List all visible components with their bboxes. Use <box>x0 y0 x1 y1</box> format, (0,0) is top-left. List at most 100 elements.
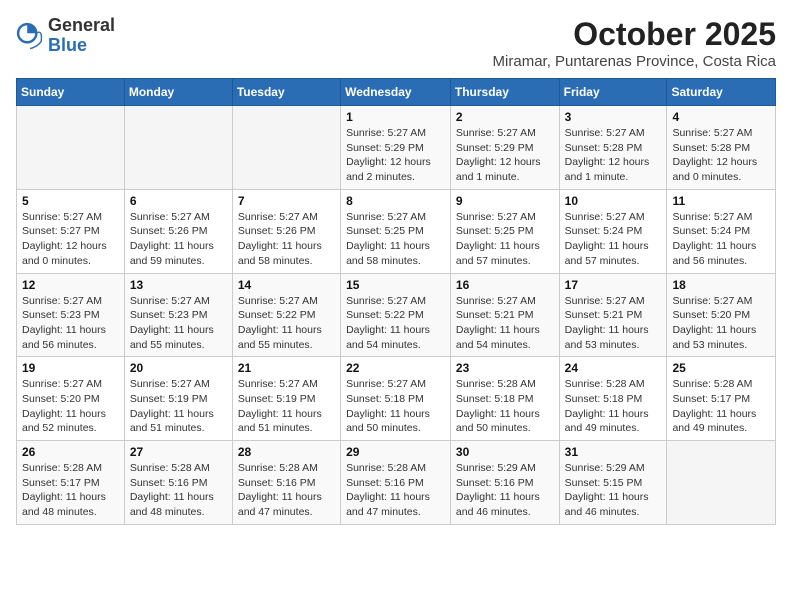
calendar-cell: 14 Sunrise: 5:27 AMSunset: 5:22 PMDayligh… <box>232 273 340 357</box>
logo-general: General <box>48 16 115 36</box>
day-info: Sunrise: 5:27 AMSunset: 5:19 PMDaylight:… <box>130 377 227 436</box>
calendar-cell: 25 Sunrise: 5:28 AMSunset: 5:17 PMDayligh… <box>667 357 776 441</box>
calendar-cell: 23 Sunrise: 5:28 AMSunset: 5:18 PMDayligh… <box>450 357 559 441</box>
day-number: 26 <box>22 445 119 459</box>
day-number: 29 <box>346 445 445 459</box>
location-title: Miramar, Puntarenas Province, Costa Rica <box>493 53 776 70</box>
logo: General Blue <box>16 16 115 56</box>
calendar-cell: 6Sunrise: 5:27 AMSunset: 5:26 PMDaylight… <box>124 189 232 273</box>
day-number: 21 <box>238 361 335 375</box>
calendar-cell: 2 Sunrise: 5:27 AMSunset: 5:29 PMDaylight… <box>450 106 559 190</box>
day-info: Sunrise: 5:27 AMSunset: 5:21 PMDaylight:… <box>565 294 662 353</box>
calendar-cell: 18Sunrise: 5:27 AMSunset: 5:20 PMDayligh… <box>667 273 776 357</box>
logo-icon <box>16 22 44 50</box>
day-number: 28 <box>238 445 335 459</box>
calendar-body: 1 Sunrise: 5:27 AMSunset: 5:29 PMDaylight… <box>17 106 776 525</box>
day-number: 2 <box>456 110 554 124</box>
month-title: October 2025 <box>493 16 776 53</box>
day-info: Sunrise: 5:27 AMSunset: 5:22 PMDaylight:… <box>346 294 445 353</box>
day-info: Sunrise: 5:27 AMSunset: 5:29 PMDaylight:… <box>346 126 445 185</box>
page-header: General Blue October 2025 Miramar, Punta… <box>16 16 776 70</box>
calendar-cell: 10 Sunrise: 5:27 AMSunset: 5:24 PMDayligh… <box>559 189 667 273</box>
calendar-week-1: 1 Sunrise: 5:27 AMSunset: 5:29 PMDaylight… <box>17 106 776 190</box>
calendar-cell: 21Sunrise: 5:27 AMSunset: 5:19 PMDayligh… <box>232 357 340 441</box>
day-info: Sunrise: 5:28 AMSunset: 5:16 PMDaylight:… <box>130 461 227 520</box>
day-info: Sunrise: 5:27 AMSunset: 5:26 PMDaylight:… <box>130 210 227 269</box>
day-info: Sunrise: 5:27 AMSunset: 5:29 PMDaylight:… <box>456 126 554 185</box>
day-info: Sunrise: 5:27 AMSunset: 5:26 PMDaylight:… <box>238 210 335 269</box>
day-info: Sunrise: 5:27 AMSunset: 5:21 PMDaylight:… <box>456 294 554 353</box>
weekday-header-thursday: Thursday <box>450 79 559 106</box>
calendar-cell: 27 Sunrise: 5:28 AMSunset: 5:16 PMDayligh… <box>124 441 232 525</box>
calendar-cell: 8 Sunrise: 5:27 AMSunset: 5:25 PMDaylight… <box>341 189 451 273</box>
calendar-cell: 7 Sunrise: 5:27 AMSunset: 5:26 PMDaylight… <box>232 189 340 273</box>
day-number: 13 <box>130 278 227 292</box>
day-number: 23 <box>456 361 554 375</box>
day-number: 1 <box>346 110 445 124</box>
calendar-cell: 24 Sunrise: 5:28 AMSunset: 5:18 PMDayligh… <box>559 357 667 441</box>
calendar-week-2: 5Sunrise: 5:27 AMSunset: 5:27 PMDaylight… <box>17 189 776 273</box>
day-number: 25 <box>672 361 770 375</box>
day-number: 16 <box>456 278 554 292</box>
day-number: 19 <box>22 361 119 375</box>
calendar-cell: 9Sunrise: 5:27 AMSunset: 5:25 PMDaylight… <box>450 189 559 273</box>
day-number: 7 <box>238 194 335 208</box>
weekday-header-friday: Friday <box>559 79 667 106</box>
day-number: 30 <box>456 445 554 459</box>
day-info: Sunrise: 5:27 AMSunset: 5:25 PMDaylight:… <box>456 210 554 269</box>
calendar-cell: 22Sunrise: 5:27 AMSunset: 5:18 PMDayligh… <box>341 357 451 441</box>
day-info: Sunrise: 5:27 AMSunset: 5:23 PMDaylight:… <box>130 294 227 353</box>
calendar-cell: 3 Sunrise: 5:27 AMSunset: 5:28 PMDaylight… <box>559 106 667 190</box>
calendar-cell: 19 Sunrise: 5:27 AMSunset: 5:20 PMDayligh… <box>17 357 125 441</box>
calendar-cell: 31Sunrise: 5:29 AMSunset: 5:15 PMDayligh… <box>559 441 667 525</box>
day-info: Sunrise: 5:27 AMSunset: 5:24 PMDaylight:… <box>565 210 662 269</box>
calendar-cell: 20Sunrise: 5:27 AMSunset: 5:19 PMDayligh… <box>124 357 232 441</box>
day-info: Sunrise: 5:28 AMSunset: 5:18 PMDaylight:… <box>565 377 662 436</box>
calendar-cell: 26 Sunrise: 5:28 AMSunset: 5:17 PMDayligh… <box>17 441 125 525</box>
day-info: Sunrise: 5:27 AMSunset: 5:18 PMDaylight:… <box>346 377 445 436</box>
day-info: Sunrise: 5:27 AMSunset: 5:27 PMDaylight:… <box>22 210 119 269</box>
calendar-cell: 15 Sunrise: 5:27 AMSunset: 5:22 PMDayligh… <box>341 273 451 357</box>
weekday-header-monday: Monday <box>124 79 232 106</box>
logo-text: General Blue <box>48 16 115 56</box>
calendar-cell: 4 Sunrise: 5:27 AMSunset: 5:28 PMDaylight… <box>667 106 776 190</box>
day-number: 17 <box>565 278 662 292</box>
calendar: SundayMondayTuesdayWednesdayThursdayFrid… <box>16 78 776 525</box>
day-number: 12 <box>22 278 119 292</box>
day-info: Sunrise: 5:28 AMSunset: 5:18 PMDaylight:… <box>456 377 554 436</box>
calendar-cell: 30 Sunrise: 5:29 AMSunset: 5:16 PMDayligh… <box>450 441 559 525</box>
calendar-cell <box>667 441 776 525</box>
day-info: Sunrise: 5:28 AMSunset: 5:16 PMDaylight:… <box>238 461 335 520</box>
weekday-header-saturday: Saturday <box>667 79 776 106</box>
day-info: Sunrise: 5:27 AMSunset: 5:23 PMDaylight:… <box>22 294 119 353</box>
day-info: Sunrise: 5:28 AMSunset: 5:16 PMDaylight:… <box>346 461 445 520</box>
day-info: Sunrise: 5:27 AMSunset: 5:28 PMDaylight:… <box>672 126 770 185</box>
day-info: Sunrise: 5:28 AMSunset: 5:17 PMDaylight:… <box>22 461 119 520</box>
day-number: 24 <box>565 361 662 375</box>
calendar-cell: 13 Sunrise: 5:27 AMSunset: 5:23 PMDayligh… <box>124 273 232 357</box>
day-info: Sunrise: 5:27 AMSunset: 5:28 PMDaylight:… <box>565 126 662 185</box>
day-number: 4 <box>672 110 770 124</box>
day-number: 18 <box>672 278 770 292</box>
calendar-week-3: 12 Sunrise: 5:27 AMSunset: 5:23 PMDayligh… <box>17 273 776 357</box>
day-number: 3 <box>565 110 662 124</box>
calendar-cell: 5Sunrise: 5:27 AMSunset: 5:27 PMDaylight… <box>17 189 125 273</box>
day-info: Sunrise: 5:27 AMSunset: 5:25 PMDaylight:… <box>346 210 445 269</box>
calendar-cell <box>232 106 340 190</box>
weekday-header-wednesday: Wednesday <box>341 79 451 106</box>
day-info: Sunrise: 5:27 AMSunset: 5:24 PMDaylight:… <box>672 210 770 269</box>
day-number: 14 <box>238 278 335 292</box>
title-block: October 2025 Miramar, Puntarenas Provinc… <box>493 16 776 70</box>
calendar-cell: 29 Sunrise: 5:28 AMSunset: 5:16 PMDayligh… <box>341 441 451 525</box>
day-info: Sunrise: 5:27 AMSunset: 5:20 PMDaylight:… <box>22 377 119 436</box>
day-number: 31 <box>565 445 662 459</box>
day-info: Sunrise: 5:27 AMSunset: 5:22 PMDaylight:… <box>238 294 335 353</box>
calendar-cell: 28 Sunrise: 5:28 AMSunset: 5:16 PMDayligh… <box>232 441 340 525</box>
day-number: 27 <box>130 445 227 459</box>
day-number: 10 <box>565 194 662 208</box>
day-number: 15 <box>346 278 445 292</box>
calendar-cell: 17 Sunrise: 5:27 AMSunset: 5:21 PMDayligh… <box>559 273 667 357</box>
day-info: Sunrise: 5:28 AMSunset: 5:17 PMDaylight:… <box>672 377 770 436</box>
day-info: Sunrise: 5:29 AMSunset: 5:16 PMDaylight:… <box>456 461 554 520</box>
day-number: 8 <box>346 194 445 208</box>
